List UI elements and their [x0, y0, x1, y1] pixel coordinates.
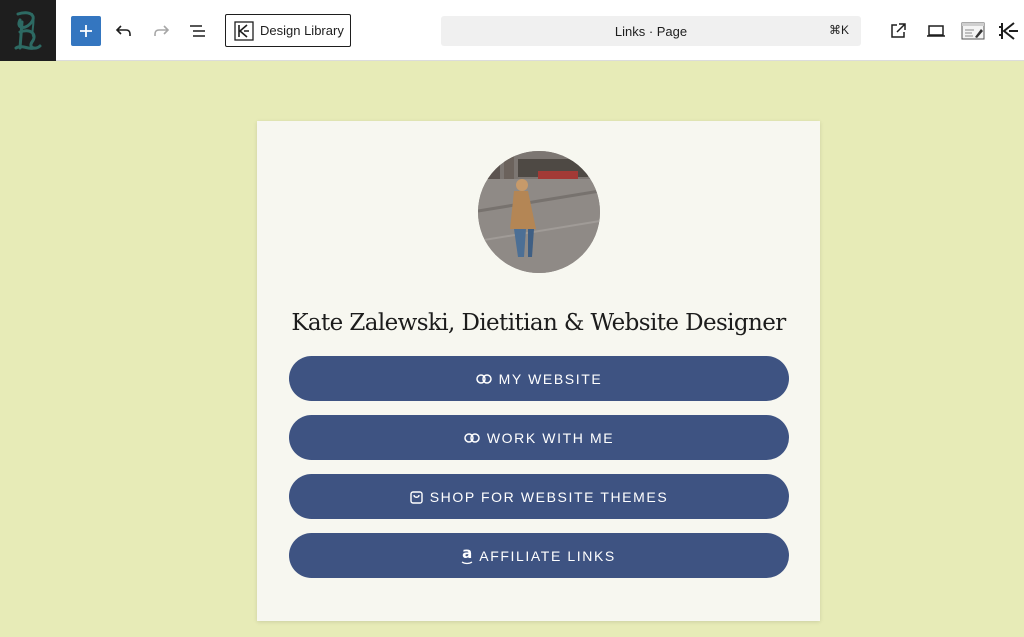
undo-icon: [115, 25, 131, 36]
link-label: AFFILIATE LINKS: [479, 547, 616, 564]
link-label: SHOP FOR WEBSITE THEMES: [429, 488, 669, 505]
redo-icon: [154, 25, 170, 36]
link-icon: [475, 373, 492, 384]
kadence-design-library-icon: [234, 20, 254, 41]
design-library-button[interactable]: Design Library: [225, 14, 351, 47]
command-shortcut: ⌘K: [828, 23, 849, 37]
my-website-button[interactable]: MY WEBSITE: [289, 356, 789, 401]
links-page-card: Kate Zalewski, Dietitian & Website Desig…: [257, 121, 820, 621]
kadence-icon: [999, 22, 1018, 40]
editor-toolbar: Design Library Links · Page ⌘K: [0, 0, 1024, 61]
kadence-settings-button[interactable]: [995, 16, 1023, 46]
list-view-icon: [190, 25, 205, 37]
command-palette-bar[interactable]: Links · Page ⌘K: [441, 16, 861, 46]
editor-preview-button[interactable]: [958, 16, 988, 46]
site-logo-icon[interactable]: [0, 0, 56, 61]
link-icon: [464, 432, 480, 443]
design-library-label: Design Library: [260, 23, 344, 38]
device-preview-button[interactable]: [922, 16, 950, 46]
affiliate-links-button[interactable]: a AFFILIATE LINKS: [289, 533, 789, 578]
plus-icon: [80, 25, 92, 37]
document-overview-button[interactable]: [185, 16, 211, 46]
add-block-button[interactable]: [71, 16, 101, 46]
undo-button[interactable]: [111, 16, 137, 46]
editor-preview-icon: [961, 22, 985, 40]
laptop-icon: [927, 25, 945, 37]
external-link-icon: [891, 23, 906, 38]
profile-avatar[interactable]: [478, 151, 600, 273]
redo-button[interactable]: [148, 16, 174, 46]
link-label: MY WEBSITE: [498, 370, 603, 387]
shop-themes-button[interactable]: SHOP FOR WEBSITE THEMES: [289, 474, 789, 519]
shopping-bag-icon: [410, 490, 423, 504]
profile-name: Kate Zalewski, Dietitian & Website Desig…: [291, 310, 786, 336]
view-page-button[interactable]: [885, 16, 911, 46]
document-title: Links · Page: [614, 23, 688, 39]
amazon-icon: a: [461, 544, 473, 565]
work-with-me-button[interactable]: WORK WITH ME: [289, 415, 789, 460]
link-label: WORK WITH ME: [486, 429, 615, 446]
